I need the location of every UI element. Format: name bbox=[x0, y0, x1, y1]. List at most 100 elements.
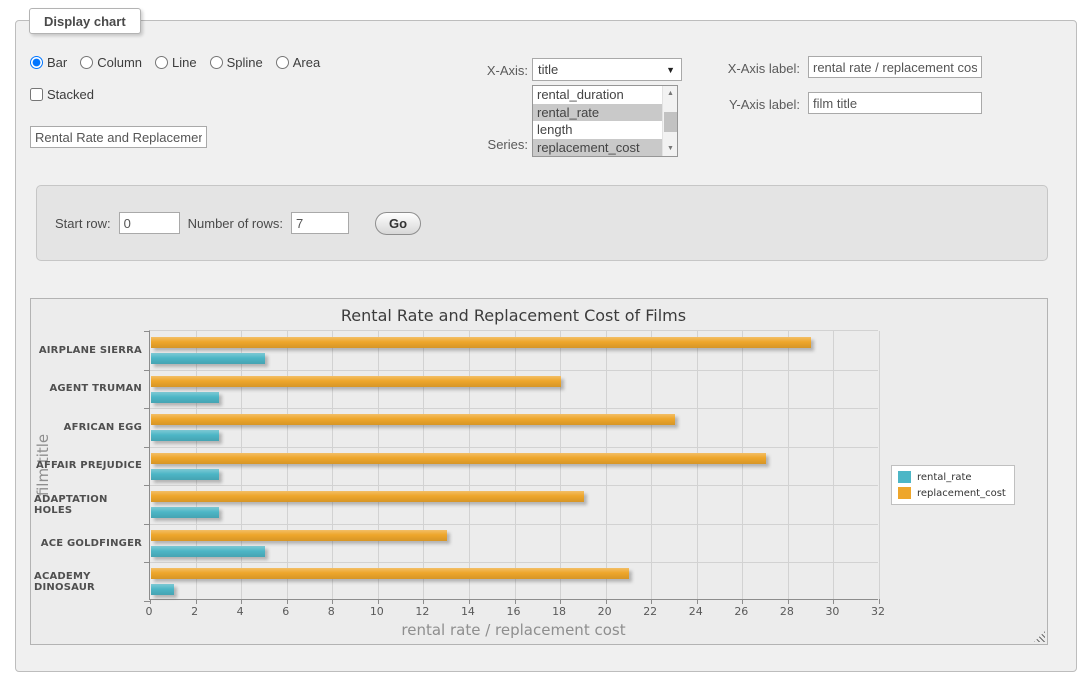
x-axis-tick bbox=[423, 599, 424, 604]
radio-line-input[interactable] bbox=[155, 56, 168, 69]
start-row-input[interactable] bbox=[119, 212, 180, 234]
x-axis-tick bbox=[241, 599, 242, 604]
x-axis-selected-value: title bbox=[538, 62, 558, 77]
scrollbar-thumb[interactable] bbox=[664, 112, 677, 132]
series-option-rental-rate[interactable]: rental_rate bbox=[533, 104, 677, 122]
display-chart-panel: Display chart Bar Column Line Spline Are… bbox=[15, 20, 1077, 672]
series-option-length[interactable]: length bbox=[533, 121, 677, 139]
radio-bar-label: Bar bbox=[47, 55, 67, 70]
x-tick-label: 32 bbox=[860, 605, 896, 618]
legend-label-replacement-cost: replacement_cost bbox=[917, 488, 1006, 499]
x-axis-title: rental rate / replacement cost bbox=[149, 621, 878, 639]
radio-column[interactable]: Column bbox=[80, 55, 142, 70]
x-axis-select-label: X-Axis: bbox=[448, 63, 528, 78]
x-tick-label: 30 bbox=[814, 605, 850, 618]
radio-spline-input[interactable] bbox=[210, 56, 223, 69]
gridline-h bbox=[150, 562, 878, 563]
gridline-v bbox=[515, 331, 516, 599]
series-option-replacement-cost[interactable]: replacement_cost bbox=[533, 139, 677, 157]
bar-replacement_cost bbox=[151, 414, 675, 425]
bar-rental_rate bbox=[151, 507, 219, 518]
chart-title: Rental Rate and Replacement Cost of Film… bbox=[149, 306, 878, 325]
legend-item-replacement-cost: replacement_cost bbox=[898, 487, 1006, 499]
x-axis-tick bbox=[196, 599, 197, 604]
y-axis-tick bbox=[144, 562, 150, 563]
x-axis-tick bbox=[150, 599, 151, 604]
x-axis-tick bbox=[378, 599, 379, 604]
y-axis-label-input[interactable] bbox=[808, 92, 982, 114]
radio-line[interactable]: Line bbox=[155, 55, 197, 70]
listbox-scrollbar[interactable]: ▲ ▼ bbox=[662, 86, 677, 156]
gridline-v bbox=[332, 331, 333, 599]
gridline-v bbox=[697, 331, 698, 599]
series-multiselect[interactable]: rental_duration rental_rate length repla… bbox=[532, 85, 678, 157]
legend-item-rental-rate: rental_rate bbox=[898, 471, 1006, 483]
y-category-label: ACADEMY DINOSAUR bbox=[34, 562, 142, 601]
legend-swatch-rental-rate bbox=[898, 471, 911, 483]
number-of-rows-input[interactable] bbox=[291, 212, 349, 234]
gridline-v bbox=[196, 331, 197, 599]
bar-replacement_cost bbox=[151, 376, 561, 387]
bar-replacement_cost bbox=[151, 530, 447, 541]
gridline-v bbox=[378, 331, 379, 599]
stacked-checkbox-input[interactable] bbox=[30, 88, 43, 101]
x-axis-label-input[interactable] bbox=[808, 56, 982, 78]
y-category-label: ADAPTATION HOLES bbox=[34, 485, 142, 524]
y-axis-label-label: Y-Axis label: bbox=[700, 97, 800, 112]
gridline-v bbox=[788, 331, 789, 599]
stacked-checkbox[interactable]: Stacked bbox=[30, 87, 94, 102]
gridline-v bbox=[241, 331, 242, 599]
radio-bar-input[interactable] bbox=[30, 56, 43, 69]
radio-area-input[interactable] bbox=[276, 56, 289, 69]
gridline-v bbox=[606, 331, 607, 599]
chart-title-input[interactable] bbox=[30, 126, 207, 148]
x-tick-label: 4 bbox=[222, 605, 258, 618]
x-tick-label: 12 bbox=[404, 605, 440, 618]
gridline-h bbox=[150, 447, 878, 448]
y-axis-tick bbox=[144, 601, 150, 602]
gridline-v bbox=[651, 331, 652, 599]
x-tick-label: 16 bbox=[496, 605, 532, 618]
panel-title: Display chart bbox=[29, 8, 141, 34]
y-category-label: AFRICAN EGG bbox=[34, 408, 142, 447]
x-axis-tick bbox=[833, 599, 834, 604]
x-axis-tick bbox=[606, 599, 607, 604]
bar-rental_rate bbox=[151, 392, 219, 403]
x-tick-label: 0 bbox=[131, 605, 167, 618]
radio-spline-label: Spline bbox=[227, 55, 263, 70]
gridline-h bbox=[150, 408, 878, 409]
radio-spline[interactable]: Spline bbox=[210, 55, 263, 70]
chart-type-radios: Bar Column Line Spline Area bbox=[30, 55, 320, 70]
x-axis-label-label: X-Axis label: bbox=[700, 61, 800, 76]
radio-column-label: Column bbox=[97, 55, 142, 70]
radio-area[interactable]: Area bbox=[276, 55, 320, 70]
bar-replacement_cost bbox=[151, 337, 811, 348]
stacked-label: Stacked bbox=[47, 87, 94, 102]
go-button[interactable]: Go bbox=[375, 212, 421, 235]
bar-rental_rate bbox=[151, 353, 265, 364]
scroll-up-icon[interactable]: ▲ bbox=[663, 86, 678, 101]
scroll-down-icon[interactable]: ▼ bbox=[663, 141, 678, 156]
y-axis-tick bbox=[144, 370, 150, 371]
y-category-label: ACE GOLDFINGER bbox=[34, 524, 142, 563]
plot-area: AIRPLANE SIERRAAGENT TRUMANAFRICAN EGGAF… bbox=[149, 330, 878, 600]
start-row-label: Start row: bbox=[55, 216, 111, 231]
y-category-label: AFFAIR PREJUDICE bbox=[34, 447, 142, 486]
x-axis-select[interactable]: title ▼ bbox=[532, 58, 682, 81]
x-axis-tick bbox=[879, 599, 880, 604]
y-category-label: AGENT TRUMAN bbox=[34, 370, 142, 409]
y-axis-tick bbox=[144, 524, 150, 525]
resize-handle[interactable] bbox=[1034, 631, 1045, 642]
series-option-rental-duration[interactable]: rental_duration bbox=[533, 86, 677, 104]
bar-rental_rate bbox=[151, 584, 174, 595]
radio-line-label: Line bbox=[172, 55, 197, 70]
x-axis-tick bbox=[287, 599, 288, 604]
x-tick-label: 18 bbox=[541, 605, 577, 618]
x-axis-tick bbox=[332, 599, 333, 604]
y-axis-tick bbox=[144, 485, 150, 486]
x-tick-label: 8 bbox=[313, 605, 349, 618]
radio-bar[interactable]: Bar bbox=[30, 55, 67, 70]
gridline-h bbox=[150, 370, 878, 371]
radio-column-input[interactable] bbox=[80, 56, 93, 69]
bar-replacement_cost bbox=[151, 568, 629, 579]
